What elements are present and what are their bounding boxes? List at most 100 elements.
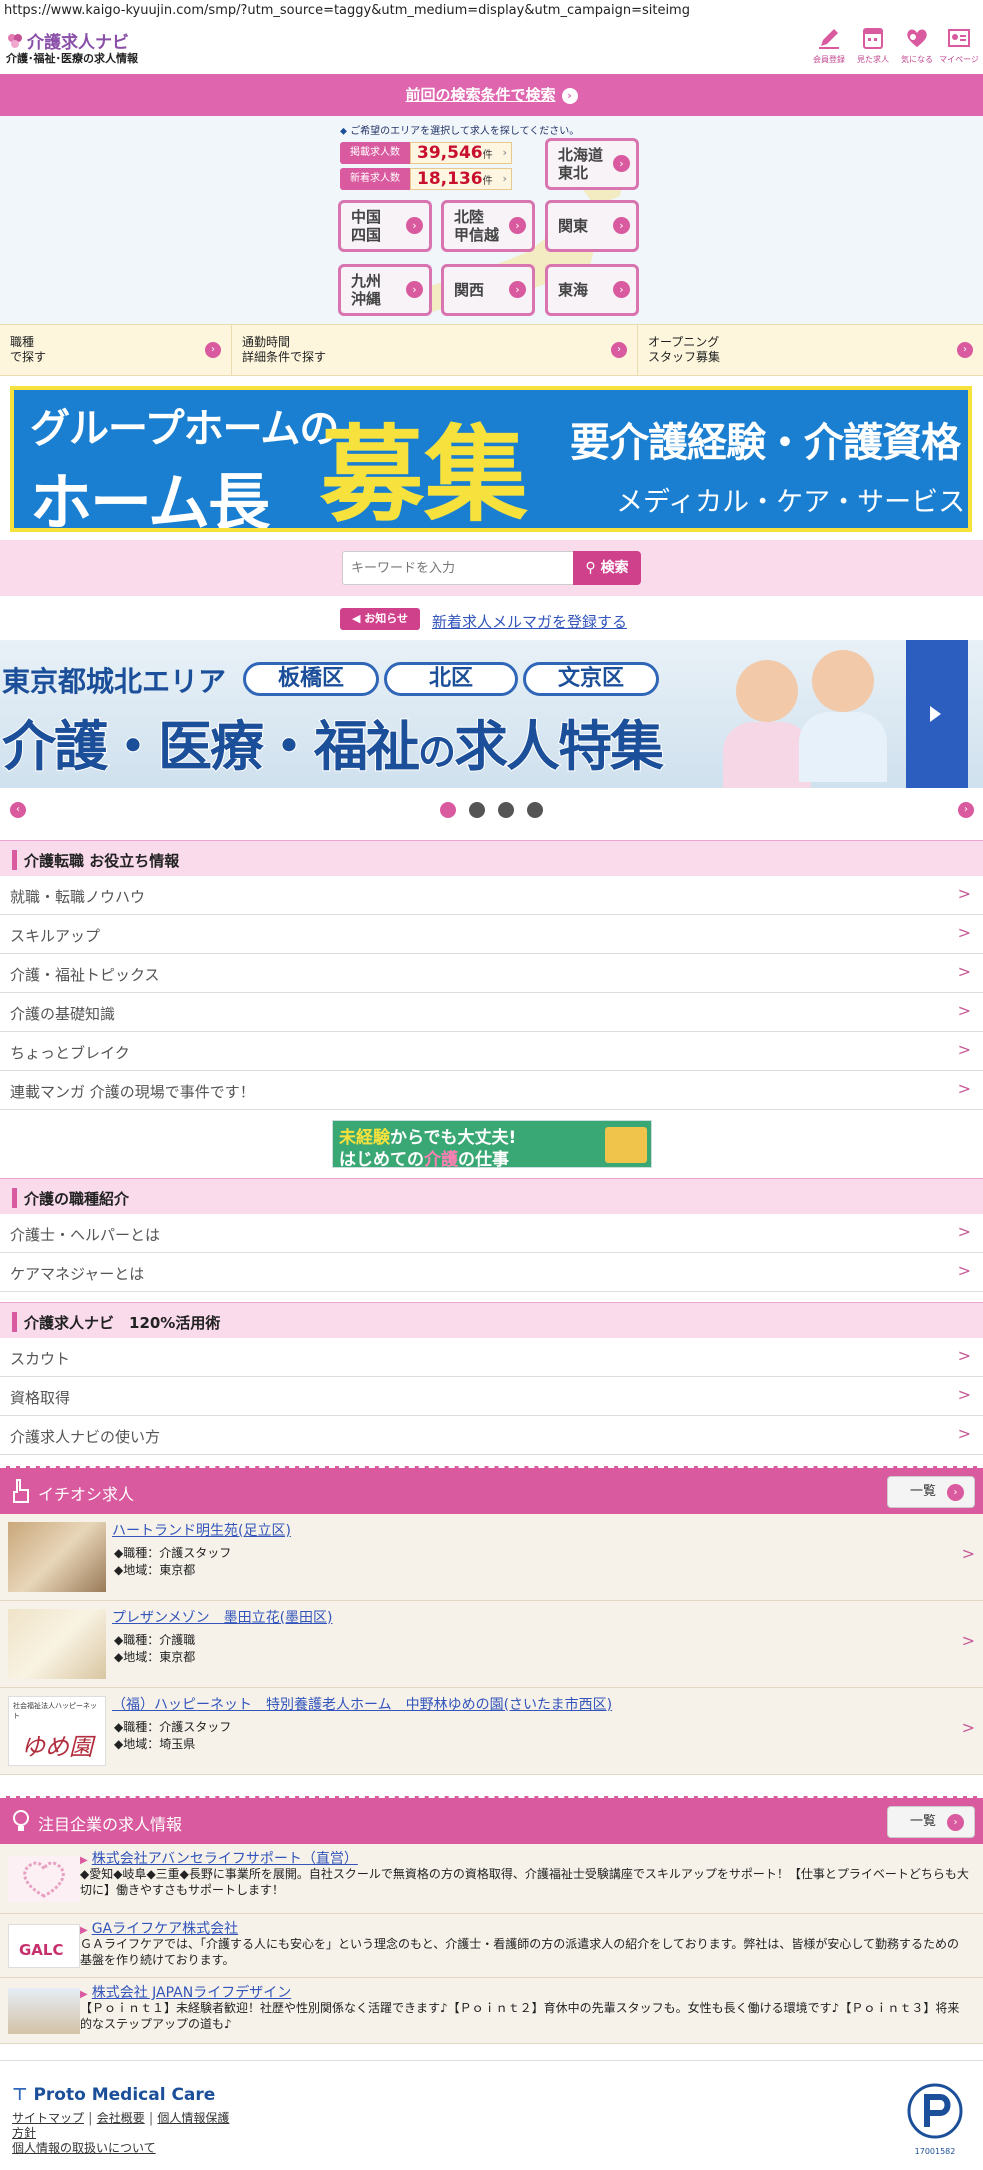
chevron-right-icon: >: [961, 1718, 975, 1737]
job-title-link[interactable]: （福）ハッピーネット 特別養護老人ホーム 中野林ゆめの園(さいたま市西区): [112, 1694, 612, 1714]
search-by-occupation[interactable]: 職種 で探す ›: [0, 325, 232, 375]
region-kyushu-okinawa[interactable]: 九州 沖縄 ›: [338, 264, 432, 316]
region-chugoku-shikoku[interactable]: 中国 四国 ›: [338, 200, 432, 252]
carousel-pill: 板橋区: [243, 662, 379, 696]
list-item[interactable]: 介護・福祉トピックス >: [0, 954, 983, 993]
feature-carousel[interactable]: 東京都城北エリア 板橋区 北区 文京区 介護・医療・福祉の求人特集: [0, 640, 983, 788]
total-jobs-value: 39,546: [417, 143, 483, 163]
job-title-link[interactable]: ハートランド明生苑(足立区): [112, 1520, 291, 1540]
opening-staff[interactable]: オープニング スタッフ募集 ›: [638, 325, 983, 375]
region-hokkaido-tohoku[interactable]: 北海道 東北 ›: [545, 138, 639, 190]
newsletter-register-link[interactable]: 新着求人メルマガを登録する: [432, 611, 627, 632]
region-kanto[interactable]: 関東 ›: [545, 200, 639, 252]
arrow-right-icon: ›: [947, 1814, 964, 1831]
company-card[interactable]: ▶ 株式会社アバンセライフサポート（直営） ◆愛知◆岐阜◆三重◆長野に事業所を展開…: [0, 1844, 983, 1914]
job-title-link[interactable]: プレザンメゾン 墨田立花(墨田区): [112, 1607, 333, 1627]
featured-title: 注目企業の求人情報: [38, 1815, 183, 1834]
company-name-link[interactable]: ▶ 株式会社アバンセライフサポート（直営）: [80, 1848, 358, 1868]
list-item[interactable]: 資格取得 >: [0, 1377, 983, 1416]
search-icon: ⚲: [585, 560, 596, 576]
company-card[interactable]: ▶ 株式会社 JAPANライフデザイン 【Ｐｏｉｎｔ１】未経験者歓迎！社歴や性別関…: [0, 1978, 983, 2044]
carousel-prev-arrow[interactable]: ‹: [10, 802, 26, 818]
keyword-input[interactable]: [342, 551, 574, 585]
staff-photo-female: [736, 660, 798, 722]
carousel-pill: 文京区: [523, 662, 659, 696]
new-jobs-count[interactable]: 新着求人数 18,136件 ›: [340, 168, 512, 190]
mypage-button[interactable]: マイページ: [938, 26, 980, 66]
news-badge: ◀ お知らせ: [340, 608, 420, 630]
viewed-jobs-button[interactable]: 見た求人: [852, 26, 894, 66]
search-button[interactable]: ⚲ 検索: [573, 551, 641, 585]
list-item[interactable]: 介護の基礎知識 >: [0, 993, 983, 1032]
list-item[interactable]: 連載マンガ 介護の現場で事件です！ >: [0, 1071, 983, 1110]
footer-link-personal-info[interactable]: 個人情報の取扱いについて: [12, 2141, 156, 2155]
profile-icon: [948, 29, 970, 47]
footer-link-privacy[interactable]: 個人情報保護: [157, 2111, 229, 2125]
footer-link-company[interactable]: 会社概要: [97, 2111, 145, 2125]
carousel-next-arrow[interactable]: ›: [958, 802, 974, 818]
pin-icon: ⬥: [340, 126, 347, 137]
list-item[interactable]: スキルアップ >: [0, 915, 983, 954]
region-kansai[interactable]: 関西 ›: [441, 264, 535, 316]
company-brand[interactable]: ⊤ Proto Medical Care: [12, 2085, 215, 2105]
job-photo: [8, 1609, 106, 1679]
region-label: 中国 四国: [351, 208, 382, 244]
carousel-dot[interactable]: [440, 802, 456, 818]
area-instruction: ⬥ ご希望のエリアを選択して求人を探してください。: [340, 122, 579, 137]
job-card[interactable]: プレザンメゾン 墨田立花(墨田区) ◆職種：介護職 ◆地域：東京都 >: [0, 1601, 983, 1688]
company-name-link[interactable]: ▶ 株式会社 JAPANライフデザイン: [80, 1982, 291, 2002]
mypage-label: マイページ: [939, 55, 979, 64]
company-name: 株式会社アバンセライフサポート（直営）: [91, 1851, 358, 1867]
previous-search-button[interactable]: 前回の検索条件で検索 ›: [0, 74, 983, 116]
site-header: 介護求人ナビ 介護･福祉･医療の求人情報 会員登録 見た求人 気になる マイペー…: [0, 22, 983, 72]
url-bar[interactable]: https://www.kaigo-kyuujin.com/smp/?utm_s…: [0, 0, 983, 22]
section-header-occupations: 介護の職種紹介: [0, 1178, 983, 1214]
carousel-dot[interactable]: [498, 802, 514, 818]
job-card[interactable]: 社会福祉法人ハッピーネット ゆめ園 （福）ハッピーネット 特別養護老人ホーム 中…: [0, 1688, 983, 1775]
group-home-manager-banner[interactable]: グループホームの ホーム長 募集 要介護経験・介護資格 メディカル・ケア・サービ…: [10, 386, 972, 532]
carousel-dot[interactable]: [527, 802, 543, 818]
chevron-right-icon: >: [957, 962, 971, 981]
arrow-right-icon: ›: [509, 281, 526, 298]
carousel-dot[interactable]: [469, 802, 485, 818]
mini-banner-l2c: の仕事: [458, 1150, 509, 1168]
job-card[interactable]: ハートランド明生苑(足立区) ◆職種：介護スタッフ ◆地域：東京都 >: [0, 1514, 983, 1601]
footer-link-sitemap[interactable]: サイトマップ: [12, 2111, 84, 2125]
site-tagline: 介護･福祉･医療の求人情報: [6, 52, 138, 65]
list-item[interactable]: 就職・転職ノウハウ >: [0, 876, 983, 915]
featured-list-button[interactable]: 一覧 ›: [887, 1806, 975, 1838]
favorites-button[interactable]: 気になる: [896, 26, 938, 66]
search-button-label: 検索: [600, 560, 629, 576]
viewed-jobs-label: 見た求人: [857, 55, 889, 64]
total-jobs-count[interactable]: 掲載求人数 39,546件 ›: [340, 142, 512, 164]
section-title: 介護求人ナビ 120%活用術: [24, 1314, 221, 1332]
staff-uniform: [723, 722, 811, 788]
privacy-mark[interactable]: 17001582: [900, 2077, 970, 2157]
list-item[interactable]: スカウト >: [0, 1338, 983, 1377]
company-logo: GALC: [8, 1924, 80, 1968]
region-hokuriku-koshinetsu[interactable]: 北陸 甲信越 ›: [441, 200, 535, 252]
footer-links: サイトマップ | 会社概要 | 個人情報保護: [12, 2111, 230, 2126]
search-by-commute[interactable]: 通勤時間 詳細条件で探す ›: [232, 325, 638, 375]
pickup-list-button[interactable]: 一覧 ›: [887, 1476, 975, 1508]
register-button[interactable]: 会員登録: [808, 26, 850, 66]
list-item[interactable]: ちょっとブレイク >: [0, 1032, 983, 1071]
region-tokai[interactable]: 東海 ›: [545, 264, 639, 316]
footer-link-policy[interactable]: 方針: [12, 2126, 36, 2140]
chevron-right-icon: >: [957, 1261, 971, 1280]
arrow-right-icon: ›: [611, 342, 627, 358]
company-card[interactable]: GALC ▶ GAライフケア株式会社 ＧＡライフケアでは、「介護する人にも安心を」…: [0, 1914, 983, 1978]
carousel-next-button[interactable]: [906, 640, 968, 788]
subnav-label: 職種 で探す: [10, 335, 47, 364]
megaphone-icon: ◀: [351, 612, 361, 625]
list-item[interactable]: 介護求人ナビの使い方 >: [0, 1416, 983, 1455]
carousel-headline-c: 求人特集: [453, 714, 665, 779]
arrow-right-icon: ›: [947, 1484, 964, 1501]
arrow-right-icon: ›: [205, 342, 221, 358]
pickup-title: イチオシ求人: [38, 1485, 135, 1504]
list-item[interactable]: ケアマネジャーとは >: [0, 1253, 983, 1292]
list-item[interactable]: 介護士・ヘルパーとは >: [0, 1214, 983, 1253]
company-name-link[interactable]: ▶ GAライフケア株式会社: [80, 1918, 238, 1938]
flower-logo-icon: [8, 34, 22, 48]
beginner-jobs-banner[interactable]: 未経験からでも大丈夫! はじめての介護の仕事: [332, 1120, 652, 1168]
